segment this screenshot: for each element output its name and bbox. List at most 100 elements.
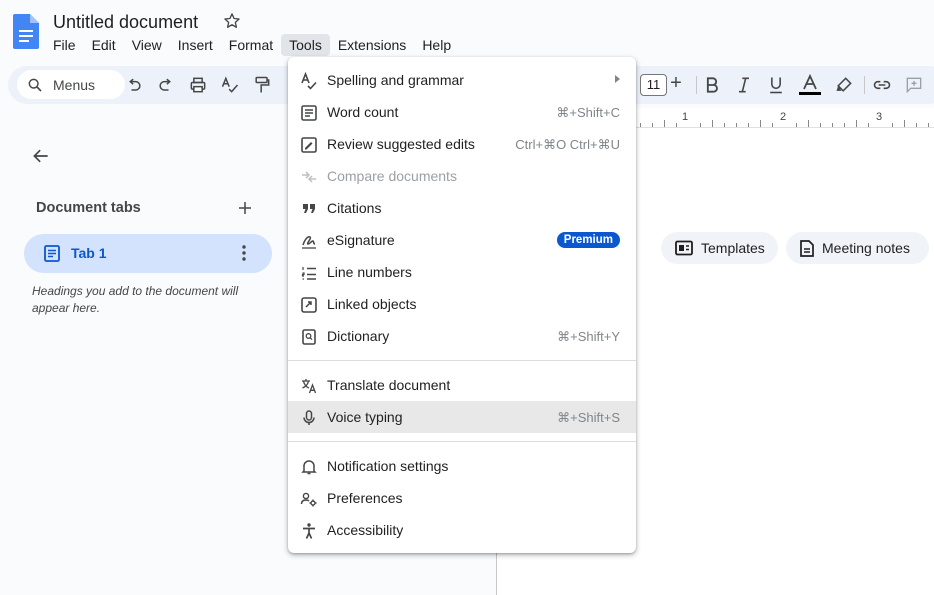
bold-icon[interactable] (702, 75, 722, 95)
shortcut-label: ⌘+Shift+C (556, 105, 620, 120)
menu-item-label: Voice typing (327, 409, 403, 425)
menu-insert[interactable]: Insert (170, 34, 221, 56)
meeting-notes-chip[interactable]: Meeting notes (786, 232, 929, 264)
meeting-notes-chip-label: Meeting notes (822, 240, 910, 256)
menu-item-label: Word count (327, 104, 399, 120)
ruler-number: 3 (876, 111, 883, 123)
menu-item-accessibility[interactable]: Accessibility (288, 514, 636, 546)
templates-chip-label: Templates (701, 240, 765, 256)
signature-icon (302, 236, 316, 249)
title-bar: Untitled document File Edit View Insert … (0, 0, 934, 62)
menu-item-label: Citations (327, 200, 382, 216)
menu-item-label: Linked objects (327, 296, 417, 312)
menu-item-linked-objects[interactable]: Linked objects (288, 288, 636, 320)
menu-tools[interactable]: Tools (281, 34, 330, 56)
menu-extensions[interactable]: Extensions (330, 34, 414, 56)
menu-item-review-suggested-edits[interactable]: Review suggested edits Ctrl+⌘O Ctrl+⌘U (288, 128, 636, 160)
submenu-arrow-icon (615, 75, 620, 83)
link-box-icon (301, 297, 317, 313)
toolbar-divider (696, 76, 697, 94)
word-count-icon (301, 105, 317, 121)
menu-divider (288, 360, 636, 361)
text-color-icon[interactable] (798, 73, 822, 97)
underline-icon[interactable] (766, 75, 786, 95)
menu-item-label: Notification settings (327, 458, 449, 474)
menu-item-dictionary[interactable]: Dictionary ⌘+Shift+Y (288, 320, 636, 352)
insert-link-icon[interactable] (872, 75, 892, 95)
premium-badge: Premium (556, 232, 620, 248)
vertical-ruler[interactable] (0, 128, 8, 595)
redo-icon[interactable] (156, 75, 176, 95)
headings-hint-text: Headings you add to the document will ap… (32, 284, 239, 315)
docs-logo-icon[interactable] (13, 14, 39, 49)
menu-view[interactable]: View (124, 34, 170, 56)
bell-icon (301, 460, 317, 475)
menu-item-citations[interactable]: Citations (288, 192, 636, 224)
dictionary-icon (302, 329, 316, 345)
menu-item-compare-documents[interactable]: Compare documents (288, 160, 636, 192)
preferences-icon (300, 492, 317, 507)
document-tabs-heading: Document tabs (36, 200, 141, 216)
menu-item-spelling-grammar[interactable]: Spelling and grammar (288, 64, 636, 96)
ruler-number: 2 (780, 111, 787, 123)
menu-file[interactable]: File (45, 34, 84, 56)
spellcheck-icon (301, 72, 317, 90)
menu-item-label: Compare documents (327, 168, 457, 184)
italic-icon[interactable] (734, 75, 754, 95)
highlight-icon[interactable] (834, 75, 854, 95)
spellcheck-icon[interactable] (220, 75, 240, 95)
shortcut-label: ⌘+Shift+S (557, 410, 620, 425)
menu-item-translate-document[interactable]: Translate document (288, 369, 636, 401)
translate-icon (302, 379, 317, 394)
menu-item-label: Spelling and grammar (327, 72, 464, 88)
microphone-icon (303, 410, 315, 425)
line-numbers-icon (301, 267, 316, 280)
menu-item-label: eSignature (327, 232, 395, 248)
menu-search-box[interactable]: Menus (17, 70, 125, 99)
print-icon[interactable] (188, 75, 208, 95)
menu-item-label: Accessibility (327, 522, 404, 538)
menu-item-label: Line numbers (327, 264, 412, 280)
search-placeholder: Menus (53, 76, 96, 93)
menu-bar: File Edit View Insert Format Tools Exten… (45, 34, 459, 56)
back-arrow-icon[interactable] (30, 146, 52, 166)
templates-chip[interactable]: Templates (661, 232, 778, 264)
more-vert-icon[interactable] (238, 244, 250, 262)
undo-icon[interactable] (124, 75, 144, 95)
menu-item-label: Preferences (327, 490, 403, 506)
shortcut-label: ⌘+Shift+Y (557, 329, 620, 344)
menu-item-notification-settings[interactable]: Notification settings (288, 450, 636, 482)
review-edits-icon (301, 137, 317, 153)
quote-icon (303, 204, 315, 213)
add-tab-icon[interactable] (236, 199, 254, 217)
toolbar-divider (864, 76, 865, 94)
menu-item-line-numbers[interactable]: Line numbers (288, 256, 636, 288)
increase-font-size-button[interactable]: + (666, 72, 686, 95)
menu-item-preferences[interactable]: Preferences (288, 482, 636, 514)
menu-item-voice-typing[interactable]: Voice typing ⌘+Shift+S (288, 401, 636, 433)
menu-edit[interactable]: Edit (84, 34, 124, 56)
tab-label: Tab 1 (71, 245, 107, 261)
templates-icon (675, 240, 693, 256)
document-icon (44, 245, 60, 262)
accessibility-icon (303, 523, 315, 539)
tools-menu: Spelling and grammar Word count ⌘+Shift+… (288, 57, 636, 553)
add-comment-icon[interactable] (904, 75, 924, 95)
menu-item-label: Translate document (327, 377, 451, 393)
menu-item-label: Dictionary (327, 328, 390, 344)
menu-item-label: Review suggested edits (327, 136, 475, 152)
document-title[interactable]: Untitled document (53, 12, 198, 33)
menu-item-word-count[interactable]: Word count ⌘+Shift+C (288, 96, 636, 128)
star-icon[interactable] (222, 11, 242, 31)
menu-format[interactable]: Format (221, 34, 281, 56)
document-icon (800, 239, 814, 257)
paint-format-icon[interactable] (252, 75, 272, 95)
shortcut-label: Ctrl+⌘O Ctrl+⌘U (515, 137, 620, 152)
menu-divider (288, 441, 636, 442)
search-icon (28, 78, 42, 92)
menu-help[interactable]: Help (414, 34, 459, 56)
ruler-number: 1 (682, 111, 689, 123)
menu-item-esignature[interactable]: eSignature Premium (288, 224, 636, 256)
font-size-input[interactable]: 11 (640, 74, 667, 96)
tab-item-tab-1[interactable]: Tab 1 (24, 234, 272, 273)
